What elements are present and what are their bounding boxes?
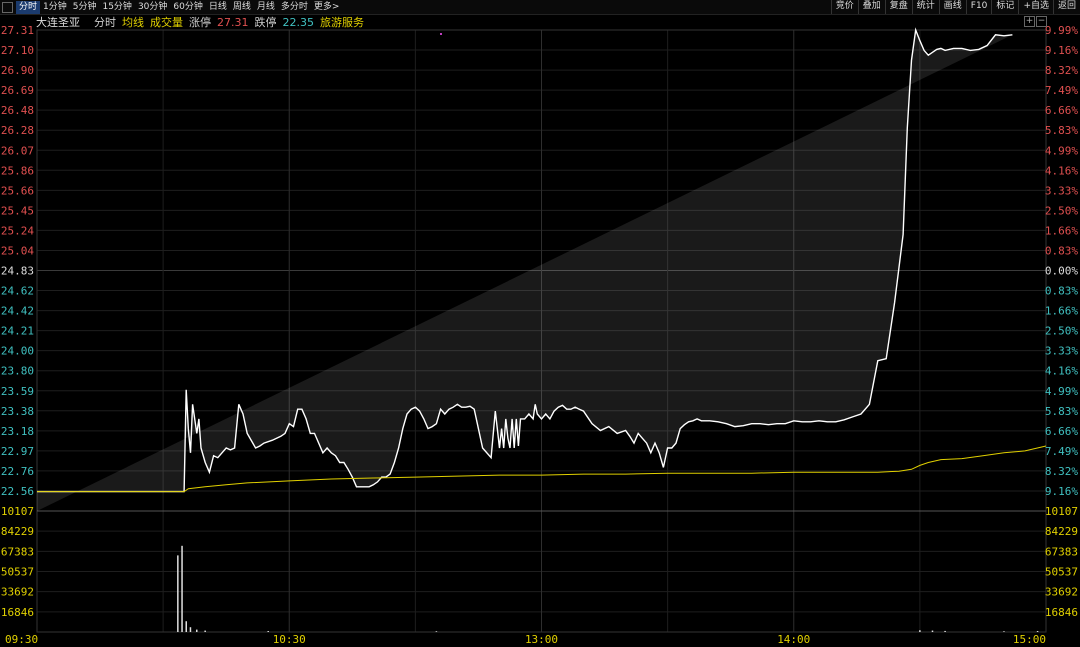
volume-bar [931,630,934,632]
left-tick-label: 23.38 [1,405,34,418]
volume-tick-label-left: 67383 [1,545,34,558]
marker-dot [440,33,442,35]
volume-tick-label-right: 16846 [1045,606,1078,619]
volume-bar [1003,631,1005,632]
limit-up-value: 27.31 [217,15,249,29]
right-tick-label: 8.32% [1045,64,1078,77]
x-tick-label: 15:00 [1013,633,1046,646]
left-tick-label: 24.83 [1,265,34,278]
right-tick-label: 9.16% [1045,44,1078,57]
right-tick-label: 6.66% [1045,425,1078,438]
volume-bar [1036,631,1039,632]
volume-tick-label-left: 84229 [1,525,34,538]
volume-tick-label-right: 50537 [1045,566,1078,579]
x-tick-label: 10:30 [273,633,306,646]
volume-bar [919,630,921,632]
limit-up-label: 涨停 [189,16,211,29]
volume-tick-label-left: 33692 [1,586,34,599]
volume-bar [204,630,206,632]
right-tick-label: 1.66% [1045,224,1078,237]
left-tick-label: 25.45 [1,204,34,217]
left-tick-label: 26.07 [1,144,34,157]
left-tick-label: 25.66 [1,184,34,197]
x-tick-label: 09:30 [5,633,38,646]
left-tick-label: 10107 [1,505,34,518]
volume-bar [267,631,269,632]
stock-info-bar: 大连圣亚 分时 均线 成交量 涨停 27.31 跌停 22.35 旅游服务 [36,14,364,30]
volume-bar [435,631,438,632]
industry-label[interactable]: 旅游服务 [320,14,364,30]
right-tick-label: 4.16% [1045,365,1078,378]
left-tick-label: 24.62 [1,285,34,298]
right-tick-label: 0.00% [1045,265,1078,278]
right-tick-label: 5.83% [1045,405,1078,418]
right-tick-label: 0.83% [1045,244,1078,257]
volume-tick-label-right: 33692 [1045,586,1078,599]
right-tick-label: 3.33% [1045,184,1078,197]
volume-tick-label-left: 50537 [1,566,34,579]
right-tick-label: 4.99% [1045,144,1078,157]
left-tick-label: 25.24 [1,224,34,237]
right-tick-label: 9.99% [1045,24,1078,37]
zoom-in-icon[interactable]: + [1024,16,1035,27]
right-tick-label: 3.33% [1045,345,1078,358]
volume-bar [944,630,946,632]
right-tick-label: 4.99% [1045,385,1078,398]
left-tick-label: 26.69 [1,84,34,97]
x-tick-label: 13:00 [525,633,558,646]
right-tick-label: 7.49% [1045,445,1078,458]
left-tick-label: 23.59 [1,385,34,398]
left-tick-label: 26.48 [1,104,34,117]
right-tick-label: 1.66% [1045,305,1078,318]
volume-tick-label-right: 84229 [1045,525,1078,538]
left-tick-label: 23.18 [1,425,34,438]
left-tick-label: 25.04 [1,244,34,257]
volume-label: 成交量 [150,16,183,29]
right-tick-label: 4.16% [1045,164,1078,177]
right-tick-label: 6.66% [1045,104,1078,117]
left-tick-label: 26.28 [1,124,34,137]
right-tick-label: 5.83% [1045,124,1078,137]
fenshi-label: 分时 [94,16,116,29]
left-tick-label: 24.42 [1,305,34,318]
right-tick-label: 2.50% [1045,204,1078,217]
intraday-chart: 27.31 27.10 26.90 26.69 26.48 26.28 26.07 25.86… [1,24,1078,646]
average-line-label: 均线 [122,16,144,29]
left-tick-label: 26.90 [1,64,34,77]
volume-tick-label-left: 16846 [1,606,34,619]
limit-down-value: 22.35 [282,15,315,29]
x-tick-label: 14:00 [777,633,810,646]
right-tick-label: 2.50% [1045,325,1078,338]
volume-bar [181,545,183,632]
right-tick-label: 7.49% [1045,84,1078,97]
right-tick-label: 0.83% [1045,285,1078,298]
right-tick-label: 10107 [1045,505,1078,518]
zoom-out-icon[interactable]: − [1036,16,1047,27]
left-tick-label: 23.80 [1,365,34,378]
left-tick-label: 22.56 [1,485,34,498]
left-tick-label: 24.00 [1,345,34,358]
left-tick-label: 24.21 [1,325,34,338]
limit-down-label: 跌停 [254,16,277,29]
volume-bar [185,621,187,632]
left-tick-label: 27.10 [1,44,34,57]
volume-bar [177,555,179,632]
right-tick-label: 8.32% [1045,465,1078,478]
volume-bar [189,627,192,632]
left-tick-label: 25.86 [1,164,34,177]
volume-tick-label-right: 67383 [1045,545,1078,558]
volume-bar [196,629,198,632]
left-tick-label: 22.97 [1,445,34,458]
stock-name: 大连圣亚 [36,16,80,29]
right-tick-label: 9.16% [1045,485,1078,498]
left-tick-label: 27.31 [1,24,34,37]
left-tick-label: 22.76 [1,465,34,478]
